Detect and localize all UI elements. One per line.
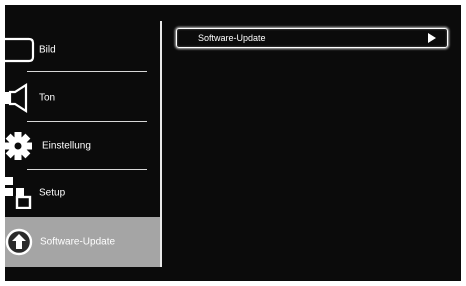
menu-item-bild[interactable]: Bild	[5, 27, 160, 73]
panel-divider	[160, 21, 162, 267]
main-menu: Bild Ton Einstellung Setup Software-Upda…	[5, 5, 160, 267]
menu-separator	[27, 121, 147, 122]
picture-icon	[5, 37, 35, 63]
menu-item-label: Setup	[39, 187, 66, 199]
menu-item-label: Einstellung	[42, 140, 91, 152]
menu-separator	[27, 71, 147, 72]
menu-item-setup[interactable]: Setup	[5, 170, 160, 216]
menu-item-ton[interactable]: Ton	[5, 75, 160, 121]
speaker-icon	[5, 83, 28, 113]
menu-item-label: Bild	[39, 44, 56, 56]
gear-icon	[5, 132, 32, 160]
play-arrow-icon	[428, 33, 436, 43]
menu-item-software-update[interactable]: Software-Update	[5, 217, 160, 267]
setup-icon	[5, 177, 32, 209]
menu-item-einstellung[interactable]: Einstellung	[5, 123, 160, 169]
menu-item-label: Software-Update	[40, 236, 116, 248]
tv-menu-screen: Bild Ton Einstellung Setup Software-Upda…	[5, 5, 461, 281]
update-arrow-icon	[5, 228, 33, 256]
submenu-item-label: Software-Update	[198, 33, 266, 43]
submenu-item-software-update[interactable]: Software-Update	[176, 28, 448, 48]
menu-item-label: Ton	[39, 92, 56, 104]
